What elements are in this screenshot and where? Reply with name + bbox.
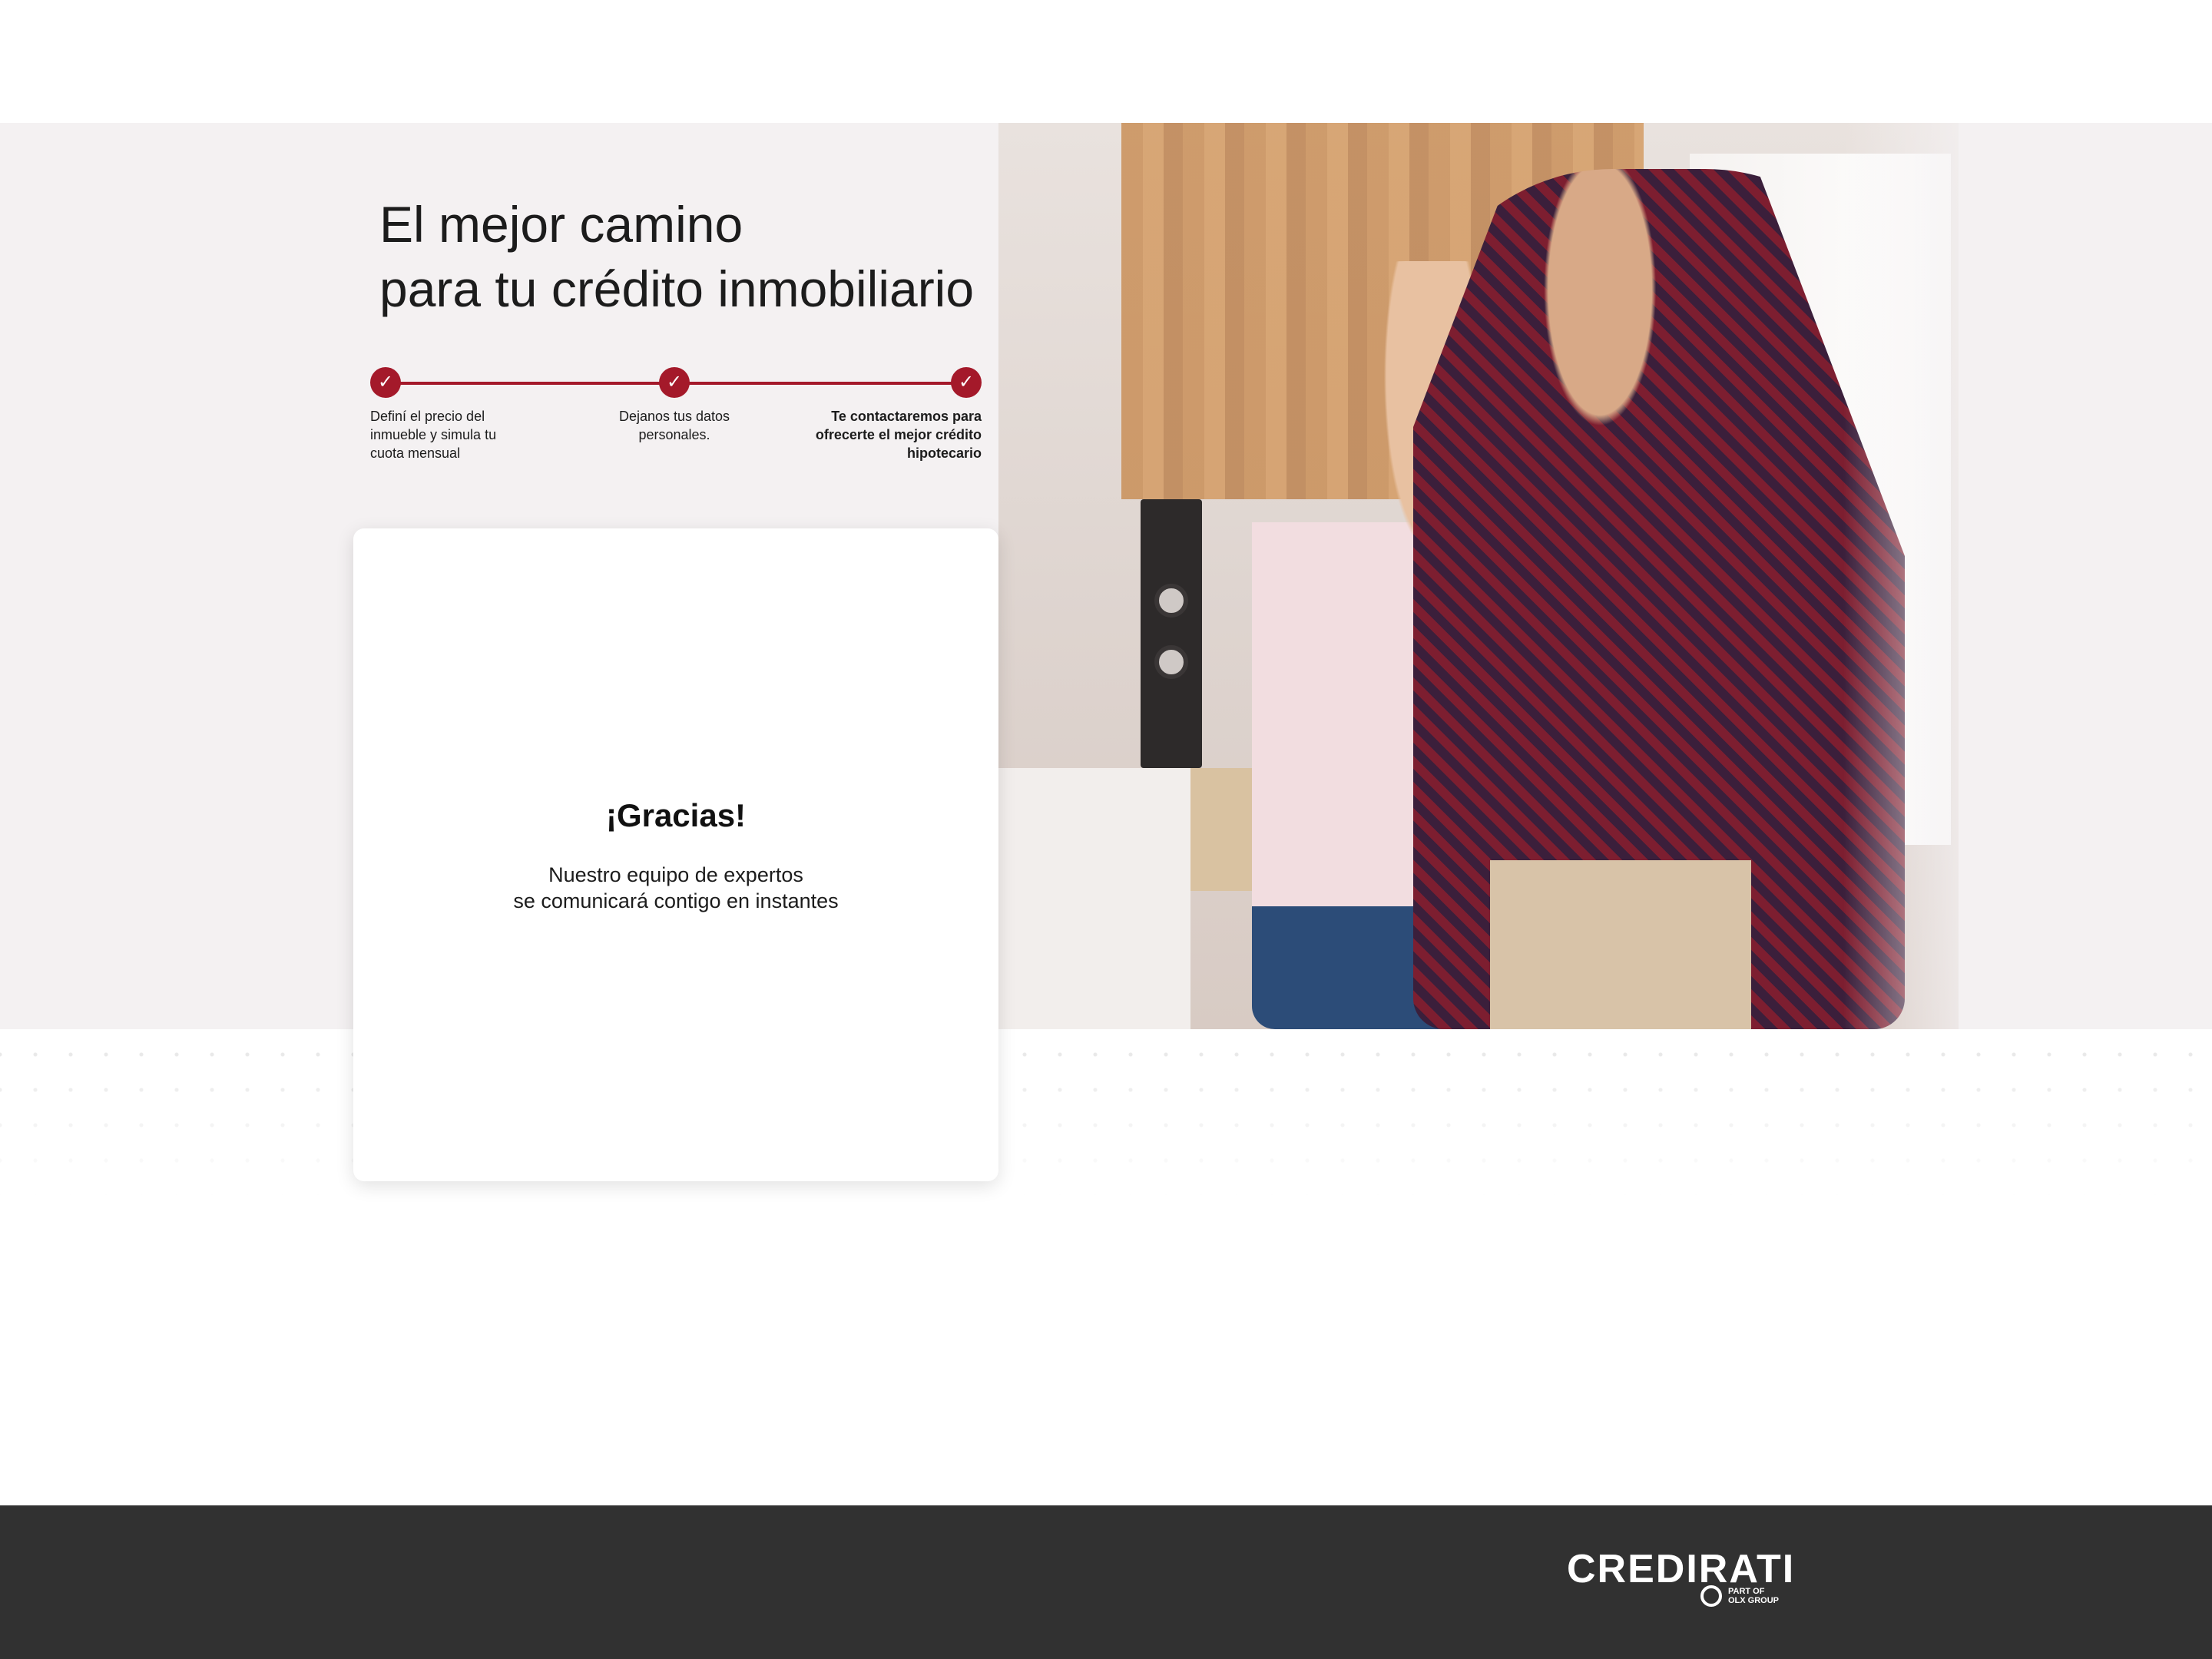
thanks-line-2: se comunicará contigo en instantes	[513, 889, 839, 912]
confirmation-card: ¡Gracias! Nuestro equipo de expertos se …	[353, 528, 998, 1181]
step-2-check-icon: ✓	[659, 367, 690, 398]
speaker	[1141, 499, 1202, 768]
credirati-logo[interactable]: CREDIRATI	[1567, 1548, 1795, 1591]
footer: CREDIRATI PART OF OLX GROUP	[0, 1505, 2212, 1659]
couple-photo	[998, 123, 1959, 1029]
dot-pattern	[0, 1029, 2212, 1198]
step-1-label: Definí el precio del inmueble y simula t…	[370, 409, 497, 461]
step-2-label: Dejanos tus datos personales.	[618, 409, 730, 442]
top-bar	[0, 0, 2212, 123]
step-3-check-icon: ✓	[951, 367, 982, 398]
thanks-title: ¡Gracias!	[605, 797, 747, 833]
thanks-line-1: Nuestro equipo de expertos	[548, 863, 803, 886]
olx-group-text: PART OF OLX GROUP	[1728, 1587, 1780, 1605]
page-headline: El mejor camino para tu crédito inmobili…	[379, 196, 975, 317]
photo-fade	[1843, 123, 1997, 1029]
olx-group-icon	[1700, 1585, 1722, 1607]
progress-stepper: ✓ ✓ ✓ Definí el precio del inmueble y si…	[369, 361, 983, 469]
man-pants	[1490, 860, 1751, 1029]
hero-section	[0, 123, 2212, 1029]
step-1-check-icon: ✓	[370, 367, 401, 398]
shelf	[998, 768, 1190, 1029]
olx-group-badge: PART OF OLX GROUP	[1700, 1585, 1779, 1607]
step-3-label: Te contactaremos para ofrecerte el mejor…	[815, 409, 982, 461]
